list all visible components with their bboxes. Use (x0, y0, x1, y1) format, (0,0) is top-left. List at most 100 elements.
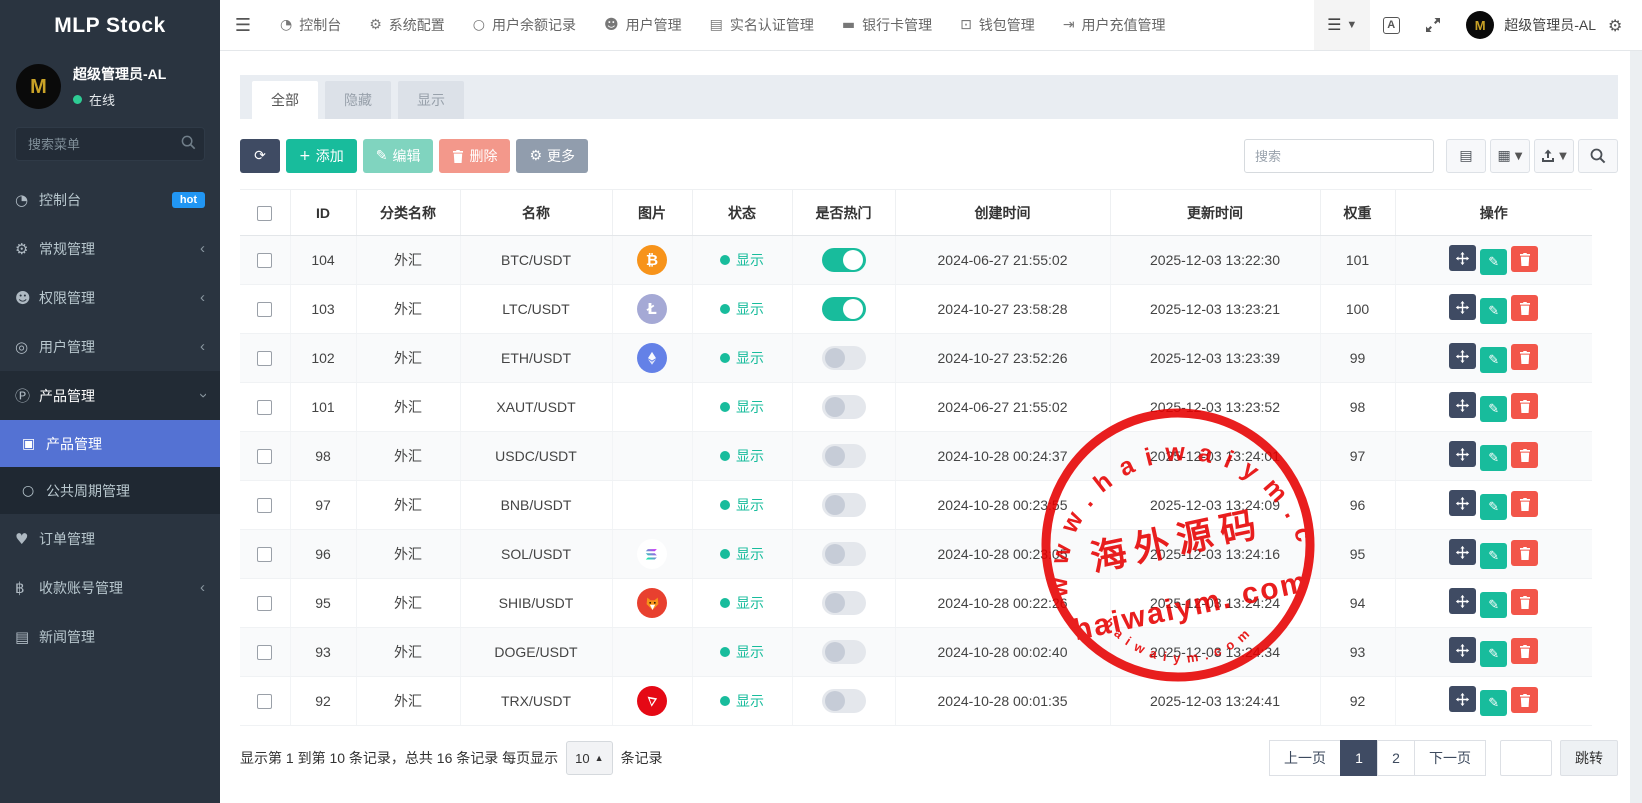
refresh-button[interactable]: ⟳ (240, 139, 280, 173)
topnav-item-实名认证管理[interactable]: ▤实名认证管理 (696, 0, 828, 50)
hot-toggle[interactable] (822, 689, 866, 713)
row-checkbox[interactable] (257, 253, 272, 268)
topnav-item-用户管理[interactable]: ☻用户管理 (590, 0, 696, 50)
edit-row-button[interactable]: ✎ (1480, 543, 1507, 569)
hot-toggle[interactable] (822, 248, 866, 272)
hot-toggle[interactable] (822, 444, 866, 468)
delete-row-button[interactable] (1511, 540, 1538, 566)
export-button[interactable]: ▼ (1534, 139, 1574, 173)
columns-button[interactable]: ▦▼ (1490, 139, 1530, 173)
tab-隐藏[interactable]: 隐藏 (325, 81, 391, 119)
topnav-item-银行卡管理[interactable]: ▬银行卡管理 (828, 0, 946, 50)
sidebar-item-产品管理[interactable]: ▣产品管理 (0, 420, 220, 467)
hot-toggle[interactable] (822, 297, 866, 321)
edit-row-button[interactable]: ✎ (1480, 445, 1507, 471)
table-search-input[interactable] (1244, 139, 1434, 173)
sidebar-item-控制台[interactable]: ◔控制台hot (0, 175, 220, 224)
hot-toggle[interactable] (822, 493, 866, 517)
topbar-user-button[interactable]: M 超级管理员-AL (1454, 0, 1608, 50)
edit-row-button[interactable]: ✎ (1480, 690, 1507, 716)
move-button[interactable] (1449, 637, 1476, 663)
edit-row-button[interactable]: ✎ (1480, 249, 1507, 275)
delete-row-button[interactable] (1511, 246, 1538, 272)
move-button[interactable] (1449, 441, 1476, 467)
hamburger-icon[interactable]: ☰ (220, 0, 266, 50)
move-button[interactable] (1449, 539, 1476, 565)
delete-row-button[interactable] (1511, 491, 1538, 517)
sidebar-item-订单管理[interactable]: ♥订单管理 (0, 514, 220, 563)
delete-row-button[interactable] (1511, 344, 1538, 370)
move-button[interactable] (1449, 245, 1476, 271)
move-button[interactable] (1449, 343, 1476, 369)
sidebar-item-常规管理[interactable]: ⚙常规管理‹ (0, 224, 220, 273)
language-button[interactable]: A (1370, 0, 1412, 50)
detail-view-button[interactable]: ▤ (1446, 139, 1486, 173)
topnav-item-控制台[interactable]: ◔控制台 (266, 0, 355, 50)
edit-row-button[interactable]: ✎ (1480, 347, 1507, 373)
sidebar-item-产品管理[interactable]: Ⓟ产品管理‹ (0, 371, 220, 420)
fullscreen-button[interactable] (1412, 0, 1454, 50)
add-button[interactable]: +添加 (286, 139, 357, 173)
delete-row-button[interactable] (1511, 393, 1538, 419)
move-button[interactable] (1449, 490, 1476, 516)
sidebar-item-用户管理[interactable]: ◎用户管理‹ (0, 322, 220, 371)
topnav-item-用户余额记录[interactable]: ○用户余额记录 (459, 0, 590, 50)
sidebar-search-input[interactable] (15, 127, 205, 161)
edit-button[interactable]: ✎编辑 (363, 139, 434, 173)
page-button-1[interactable]: 1 (1340, 740, 1378, 776)
move-button[interactable] (1449, 294, 1476, 320)
topnav-item-用户充值管理[interactable]: ⇥用户充值管理 (1049, 0, 1180, 50)
sidebar-item-权限管理[interactable]: ☻权限管理‹ (0, 273, 220, 322)
hot-toggle[interactable] (822, 346, 866, 370)
sidebar-item-收款账号管理[interactable]: ฿收款账号管理‹ (0, 563, 220, 612)
delete-row-button[interactable] (1511, 687, 1538, 713)
topnav-item-系统配置[interactable]: ⚙系统配置 (355, 0, 459, 50)
search-button[interactable] (1578, 139, 1618, 173)
edit-row-button[interactable]: ✎ (1480, 592, 1507, 618)
row-checkbox[interactable] (257, 596, 272, 611)
edit-row-button[interactable]: ✎ (1480, 396, 1507, 422)
row-checkbox[interactable] (257, 547, 272, 562)
row-checkbox[interactable] (257, 449, 272, 464)
edit-row-button[interactable]: ✎ (1480, 494, 1507, 520)
delete-row-button[interactable] (1511, 295, 1538, 321)
row-checkbox[interactable] (257, 694, 272, 709)
row-checkbox[interactable] (257, 302, 272, 317)
next-page-button[interactable]: 下一页 (1414, 740, 1486, 776)
edit-row-button[interactable]: ✎ (1480, 641, 1507, 667)
delete-row-button[interactable] (1511, 442, 1538, 468)
hot-toggle[interactable] (822, 395, 866, 419)
sidebar-item-公共周期管理[interactable]: ○公共周期管理 (0, 467, 220, 514)
menu-dropdown-button[interactable]: ☰▼ (1314, 0, 1370, 50)
move-button[interactable] (1449, 588, 1476, 614)
row-checkbox[interactable] (257, 645, 272, 660)
delete-row-button[interactable] (1511, 638, 1538, 664)
tab-显示[interactable]: 显示 (398, 81, 464, 119)
row-checkbox[interactable] (257, 498, 272, 513)
page-button-2[interactable]: 2 (1377, 740, 1415, 776)
more-button[interactable]: ⚙更多 (516, 139, 588, 173)
delete-row-button[interactable] (1511, 589, 1538, 615)
select-all-checkbox[interactable] (257, 206, 272, 221)
cell-hot (792, 383, 895, 432)
topnav-item-钱包管理[interactable]: ⊡钱包管理 (946, 0, 1049, 50)
prev-page-button[interactable]: 上一页 (1269, 740, 1341, 776)
cell-select (240, 236, 290, 285)
edit-row-button[interactable]: ✎ (1480, 298, 1507, 324)
hot-toggle[interactable] (822, 542, 866, 566)
cell-updated: 2025-12-03 13:24:24 (1110, 579, 1320, 628)
jump-button[interactable]: 跳转 (1560, 740, 1618, 776)
move-button[interactable] (1449, 392, 1476, 418)
row-checkbox[interactable] (257, 351, 272, 366)
page-size-select[interactable]: 10▲ (566, 741, 612, 775)
settings-gear-icon[interactable]: ⚙ (1608, 0, 1642, 50)
tab-全部[interactable]: 全部 (252, 81, 318, 119)
move-button[interactable] (1449, 686, 1476, 712)
trash-icon (452, 150, 464, 163)
row-checkbox[interactable] (257, 400, 272, 415)
jump-page-input[interactable] (1500, 740, 1552, 776)
hot-toggle[interactable] (822, 591, 866, 615)
sidebar-item-新闻管理[interactable]: ▤新闻管理 (0, 612, 220, 661)
delete-button[interactable]: 删除 (439, 139, 510, 173)
hot-toggle[interactable] (822, 640, 866, 664)
